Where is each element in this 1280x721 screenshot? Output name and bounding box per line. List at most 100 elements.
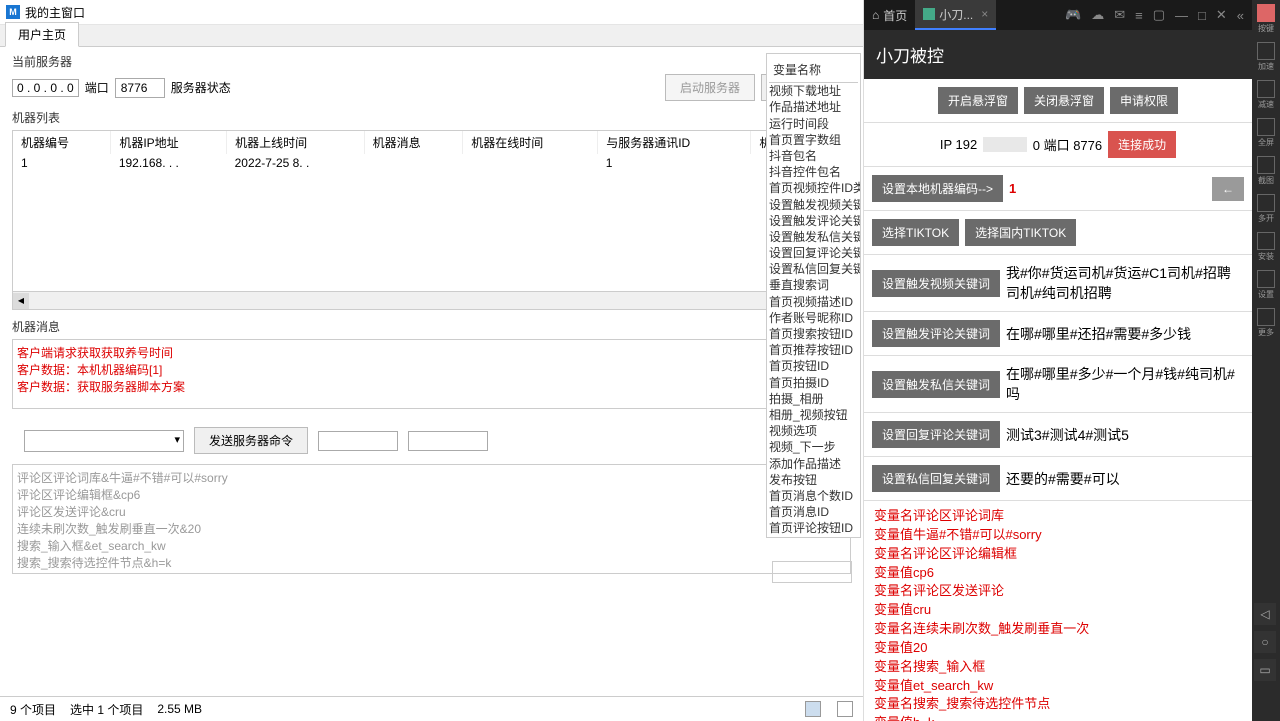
arrow-back-button[interactable]: ← bbox=[1212, 177, 1244, 201]
start-server-button[interactable]: 启动服务器 bbox=[665, 74, 755, 101]
recent-nav-icon[interactable]: ▭ bbox=[1254, 659, 1276, 681]
side-tool-安装[interactable]: 安装 bbox=[1257, 232, 1275, 262]
var-item[interactable]: 相册_视频按钮 bbox=[769, 407, 858, 423]
keyword-button[interactable]: 设置私信回复关键词 bbox=[872, 465, 1000, 492]
var-item[interactable]: 首页推荐按钮ID bbox=[769, 342, 858, 358]
keyword-button[interactable]: 设置回复评论关键词 bbox=[872, 421, 1000, 448]
select-cn-tiktok-button[interactable]: 选择国内TIKTOK bbox=[965, 219, 1076, 246]
var-item[interactable]: 首页搜索按钮ID bbox=[769, 326, 858, 342]
tab-user-home[interactable]: 用户主页 bbox=[5, 22, 79, 47]
command-input-1[interactable] bbox=[318, 431, 398, 451]
ip-input[interactable]: 0 . 0 . 0 . 0 bbox=[12, 79, 79, 97]
mail-icon[interactable]: ✉ bbox=[1114, 7, 1125, 23]
connect-ok-button[interactable]: 连接成功 bbox=[1108, 131, 1176, 158]
collapse-icon[interactable]: « bbox=[1237, 8, 1244, 23]
side-tool-icon bbox=[1257, 4, 1275, 22]
app-icon: M bbox=[6, 5, 20, 19]
titlebar-tab-active[interactable]: 小刀... × bbox=[915, 0, 996, 30]
titlebar-tab-home[interactable]: ⌂ 首页 bbox=[864, 0, 915, 30]
local-id-value: 1 bbox=[1009, 181, 1016, 196]
table-header[interactable]: 机器在线时间 bbox=[463, 131, 598, 154]
var-item[interactable]: 视频下载地址 bbox=[769, 83, 858, 99]
side-tool-更多[interactable]: 更多 bbox=[1257, 308, 1275, 338]
table-header[interactable]: 机器上线时间 bbox=[227, 131, 365, 154]
home-nav-icon[interactable]: ○ bbox=[1254, 631, 1276, 653]
cloud-icon[interactable]: ☁ bbox=[1091, 7, 1104, 23]
right-container: ⌂ 首页 小刀... × 🎮 ☁ ✉ ≡ ▢ — □ ✕ « 小刀被控 bbox=[864, 0, 1280, 721]
keyword-button[interactable]: 设置触发私信关键词 bbox=[872, 371, 1000, 398]
keyword-button[interactable]: 设置触发视频关键词 bbox=[872, 270, 1000, 297]
command-combo[interactable] bbox=[24, 430, 184, 452]
request-perm-button[interactable]: 申请权限 bbox=[1110, 87, 1178, 114]
log-line: 搜索_搜索待选控件节点&h=k bbox=[17, 554, 846, 571]
var-item[interactable]: 设置触发私信关键 bbox=[769, 229, 858, 245]
close-float-button[interactable]: 关闭悬浮窗 bbox=[1024, 87, 1104, 114]
var-item[interactable]: 拍摄_相册 bbox=[769, 391, 858, 407]
var-item[interactable]: 视频选项 bbox=[769, 423, 858, 439]
side-tool-加速[interactable]: 加速 bbox=[1257, 42, 1275, 72]
var-item[interactable]: 首页消息ID bbox=[769, 504, 858, 520]
scroll-left-icon[interactable]: ◀ bbox=[13, 293, 29, 309]
view-large-icon[interactable] bbox=[837, 701, 853, 717]
mid-search-container bbox=[770, 555, 855, 589]
var-item[interactable]: 首页评论按钮ID bbox=[769, 520, 858, 536]
var-item[interactable]: 设置触发视频关键 bbox=[769, 197, 858, 213]
side-tool-多开[interactable]: 多开 bbox=[1257, 194, 1275, 224]
var-item[interactable]: 首页视频描述ID bbox=[769, 294, 858, 310]
machine-list-title: 机器列表 bbox=[12, 109, 851, 126]
var-item[interactable]: 首页点赞按钮ID bbox=[769, 536, 858, 538]
var-item[interactable]: 设置触发评论关键 bbox=[769, 213, 858, 229]
gamepad-icon[interactable]: 🎮 bbox=[1065, 7, 1081, 23]
var-item[interactable]: 发布按钮 bbox=[769, 472, 858, 488]
set-local-id-button[interactable]: 设置本地机器编码--> bbox=[872, 175, 1003, 202]
table-row[interactable]: 1192.168. . .2022-7-25 8. .1 bbox=[13, 154, 850, 172]
side-tool-设置[interactable]: 设置 bbox=[1257, 270, 1275, 300]
var-item[interactable]: 首页视频控件ID类 bbox=[769, 180, 858, 196]
minimize-icon[interactable]: — bbox=[1175, 8, 1188, 23]
horizontal-scrollbar[interactable]: ◀ ▶ bbox=[13, 291, 850, 309]
table-header[interactable]: 机器消息 bbox=[364, 131, 463, 154]
side-tool-减速[interactable]: 减速 bbox=[1257, 80, 1275, 110]
table-header[interactable]: 机器编号 bbox=[13, 131, 111, 154]
var-item[interactable]: 抖音控件包名 bbox=[769, 164, 858, 180]
table-header[interactable]: 机器IP地址 bbox=[111, 131, 227, 154]
var-item[interactable]: 设置回复评论关键 bbox=[769, 245, 858, 261]
restore-icon[interactable]: ▢ bbox=[1153, 7, 1165, 23]
var-item[interactable]: 设置私信回复关键 bbox=[769, 261, 858, 277]
open-float-button[interactable]: 开启悬浮窗 bbox=[938, 87, 1018, 114]
var-item[interactable]: 垂直搜索词 bbox=[769, 277, 858, 293]
side-tool-按键[interactable]: 按键 bbox=[1257, 4, 1275, 34]
var-item[interactable]: 作者账号昵称ID bbox=[769, 310, 858, 326]
content-area: 当前服务器 0 . 0 . 0 . 0 端口 服务器状态 启动服务器 停止服务器… bbox=[0, 47, 863, 696]
command-input-2[interactable] bbox=[408, 431, 488, 451]
close-icon[interactable]: ✕ bbox=[1216, 7, 1227, 23]
keyword-button[interactable]: 设置触发评论关键词 bbox=[872, 320, 1000, 347]
maximize-icon[interactable]: □ bbox=[1198, 8, 1206, 23]
side-tool-全屏[interactable]: 全屏 bbox=[1257, 118, 1275, 148]
var-item[interactable]: 添加作品描述 bbox=[769, 456, 858, 472]
menu-icon[interactable]: ≡ bbox=[1135, 8, 1143, 23]
var-item[interactable]: 作品描述地址 bbox=[769, 99, 858, 115]
var-item[interactable]: 首页置字数组 bbox=[769, 132, 858, 148]
server-section: 当前服务器 0 . 0 . 0 . 0 端口 服务器状态 启动服务器 停止服务器 bbox=[12, 53, 851, 101]
var-item[interactable]: 首页消息个数ID bbox=[769, 488, 858, 504]
mid-search-input[interactable] bbox=[772, 561, 852, 583]
view-details-icon[interactable] bbox=[805, 701, 821, 717]
send-command-button[interactable]: 发送服务器命令 bbox=[194, 427, 308, 454]
close-tab-icon[interactable]: × bbox=[981, 7, 988, 21]
var-item[interactable]: 视频_下一步 bbox=[769, 439, 858, 455]
var-item[interactable]: 抖音包名 bbox=[769, 148, 858, 164]
var-item[interactable]: 首页按钮ID bbox=[769, 358, 858, 374]
back-nav-icon[interactable]: ◁ bbox=[1254, 603, 1276, 625]
keyword-row: 设置触发视频关键词我#你#货运司机#货运#C1司机#招聘司机#纯司机招聘 bbox=[864, 255, 1252, 312]
var-item[interactable]: 首页拍摄ID bbox=[769, 375, 858, 391]
select-tiktok-button[interactable]: 选择TIKTOK bbox=[872, 219, 959, 246]
local-id-row: 设置本地机器编码--> 1 ← bbox=[864, 167, 1252, 211]
table-header[interactable]: 与服务器通讯ID bbox=[598, 131, 751, 154]
side-tool-截图[interactable]: 截图 bbox=[1257, 156, 1275, 186]
var-item[interactable]: 运行时间段 bbox=[769, 116, 858, 132]
keyword-text: 我#你#货运司机#货运#C1司机#招聘司机#纯司机招聘 bbox=[1006, 263, 1244, 303]
port-input[interactable] bbox=[115, 78, 165, 98]
machine-table: 机器编号机器IP地址机器上线时间机器消息机器在线时间与服务器通讯ID机器状态 1… bbox=[13, 131, 850, 172]
msg-line: 客户数据：本机机器编码[1] bbox=[17, 361, 846, 378]
